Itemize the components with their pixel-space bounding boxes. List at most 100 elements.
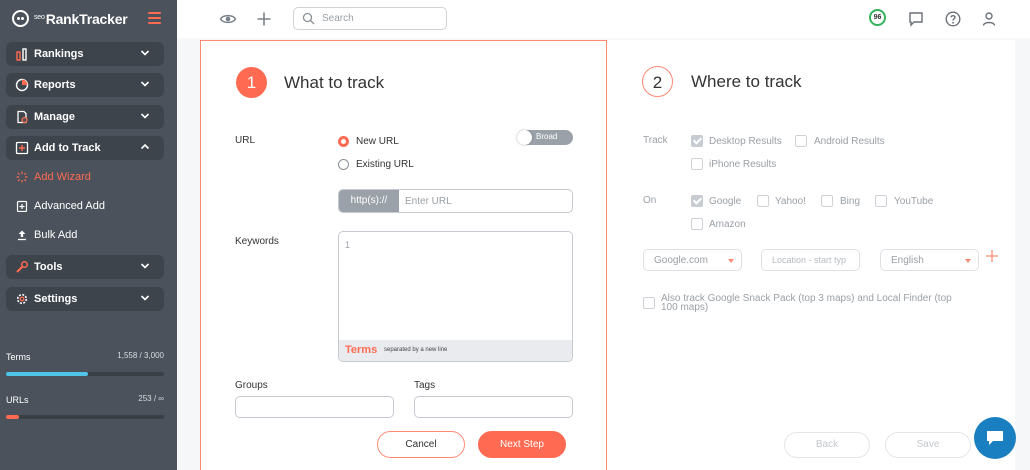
language-select[interactable]: English (880, 249, 979, 271)
terms-stat-label: Terms (6, 352, 31, 362)
url-label: URL (235, 135, 256, 146)
chevron-up-icon (140, 143, 150, 150)
bing-checkbox[interactable] (821, 195, 833, 207)
sidebar-subitem-label: Add Wizard (34, 171, 91, 183)
logo-prefix: seo (34, 14, 45, 21)
snack-pack-checkbox[interactable] (643, 297, 655, 309)
advanced-add-icon (16, 200, 28, 212)
sidebar-item-reports[interactable]: Reports (6, 73, 164, 97)
tags-input[interactable] (414, 396, 573, 418)
terms-label: Terms (345, 344, 378, 356)
url-input[interactable] (405, 194, 565, 208)
sidebar-item-label: Reports (34, 79, 76, 91)
groups-input[interactable] (235, 396, 394, 418)
sidebar-item-label: Tools (34, 261, 63, 273)
sidebar-subitem-label: Bulk Add (34, 229, 78, 241)
search-input[interactable] (322, 11, 442, 26)
search-icon (302, 12, 315, 25)
chevron-down-icon (140, 263, 150, 269)
top-bar: 96 (177, 0, 1030, 38)
android-results-label[interactable]: Android Results (814, 136, 885, 147)
cancel-button[interactable]: Cancel (377, 431, 465, 458)
language-value: English (891, 255, 924, 266)
sidebar-item-manage[interactable]: Manage (6, 105, 164, 129)
manage-icon (17, 110, 28, 124)
keywords-label: Keywords (235, 236, 279, 247)
terms-stat-value: 1,558 / 3,000 (117, 351, 164, 360)
sidebar-item-label: Settings (34, 293, 78, 305)
urls-stat-value: 253 / ∞ (138, 394, 164, 403)
url-protocol-prefix: http(s):// (339, 190, 399, 212)
gear-icon (16, 293, 28, 305)
on-label: On (643, 195, 657, 206)
step-1-badge: 1 (236, 67, 267, 98)
existing-url-radio[interactable] (338, 159, 349, 170)
pie-chart-icon (15, 78, 29, 92)
sidebar-item-rankings[interactable]: Rankings (6, 42, 164, 66)
desktop-results-label[interactable]: Desktop Results (709, 136, 782, 147)
hamburger-menu-icon[interactable] (148, 12, 161, 24)
desktop-results-checkbox[interactable] (691, 135, 703, 147)
next-step-button[interactable]: Next Step (478, 431, 566, 458)
location-input[interactable]: Location - start typ (761, 249, 860, 271)
urls-stat-label: URLs (6, 395, 29, 405)
where-to-track-panel: 2 Where to track Track Desktop Results A… (607, 40, 1015, 470)
terms-hint: separated by a new line (384, 347, 448, 353)
plus-icon[interactable] (255, 10, 273, 28)
logo-name: RankTracker (45, 11, 128, 27)
save-button[interactable]: Save (885, 432, 971, 458)
sidebar-item-label: Rankings (34, 48, 84, 60)
sidebar: seoRankTracker Rankings Reports Manage A… (0, 0, 177, 470)
line-number: 1 (345, 240, 351, 250)
google-checkbox[interactable] (691, 195, 703, 207)
sidebar-subitem-label: Advanced Add (34, 200, 105, 212)
iphone-results-label[interactable]: iPhone Results (709, 159, 776, 170)
search-box[interactable] (293, 7, 447, 30)
new-url-label[interactable]: New URL (356, 136, 399, 147)
urls-progress-bar (6, 415, 164, 419)
rankings-icon (16, 48, 27, 61)
chat-button[interactable] (974, 417, 1016, 459)
sidebar-item-label: Add to Track (34, 142, 101, 154)
message-icon[interactable] (907, 10, 925, 28)
amazon-label[interactable]: Amazon (709, 219, 746, 230)
back-button[interactable]: Back (784, 432, 870, 458)
amazon-checkbox[interactable] (691, 218, 703, 230)
what-to-track-panel: 1 What to track URL New URL Existing URL… (200, 40, 607, 470)
sidebar-item-tools[interactable]: Tools (6, 255, 164, 279)
toggle-knob (517, 130, 532, 145)
yahoo-label[interactable]: Yahoo! (775, 196, 806, 207)
youtube-label[interactable]: YouTube (894, 196, 933, 207)
track-label: Track (643, 135, 668, 146)
youtube-checkbox[interactable] (875, 195, 887, 207)
add-square-icon (15, 141, 29, 155)
url-field[interactable]: http(s):// (338, 189, 573, 213)
chat-icon (987, 431, 1003, 445)
google-label[interactable]: Google (709, 196, 741, 207)
add-location-plus-icon[interactable] (985, 249, 999, 263)
sidebar-item-add-to-track[interactable]: Add to Track (6, 136, 164, 160)
search-engine-select[interactable]: Google.com (643, 249, 742, 271)
user-icon[interactable] (980, 10, 998, 28)
android-results-checkbox[interactable] (795, 135, 807, 147)
score-badge[interactable]: 96 (869, 9, 886, 26)
chevron-down-icon (140, 50, 150, 56)
bing-label[interactable]: Bing (840, 196, 860, 207)
existing-url-label[interactable]: Existing URL (356, 159, 414, 170)
eye-icon[interactable] (219, 10, 237, 28)
new-url-radio[interactable] (338, 136, 349, 147)
iphone-results-checkbox[interactable] (691, 158, 703, 170)
broad-toggle-label: Broad (536, 132, 558, 141)
broad-toggle[interactable]: Broad (517, 130, 573, 145)
tags-label: Tags (414, 380, 436, 391)
step-2-badge: 2 (642, 66, 673, 97)
upload-icon (18, 230, 26, 241)
snack-pack-label[interactable]: Also track Google Snack Pack (top 3 maps… (661, 294, 971, 313)
sidebar-item-settings[interactable]: Settings (6, 287, 164, 311)
keywords-textarea[interactable]: 1 Terms separated by a new line (338, 231, 573, 362)
yahoo-checkbox[interactable] (757, 195, 769, 207)
step-1-title: What to track (284, 73, 385, 92)
tools-icon (16, 261, 28, 273)
terms-progress-bar (6, 372, 164, 376)
help-icon[interactable] (944, 10, 962, 28)
